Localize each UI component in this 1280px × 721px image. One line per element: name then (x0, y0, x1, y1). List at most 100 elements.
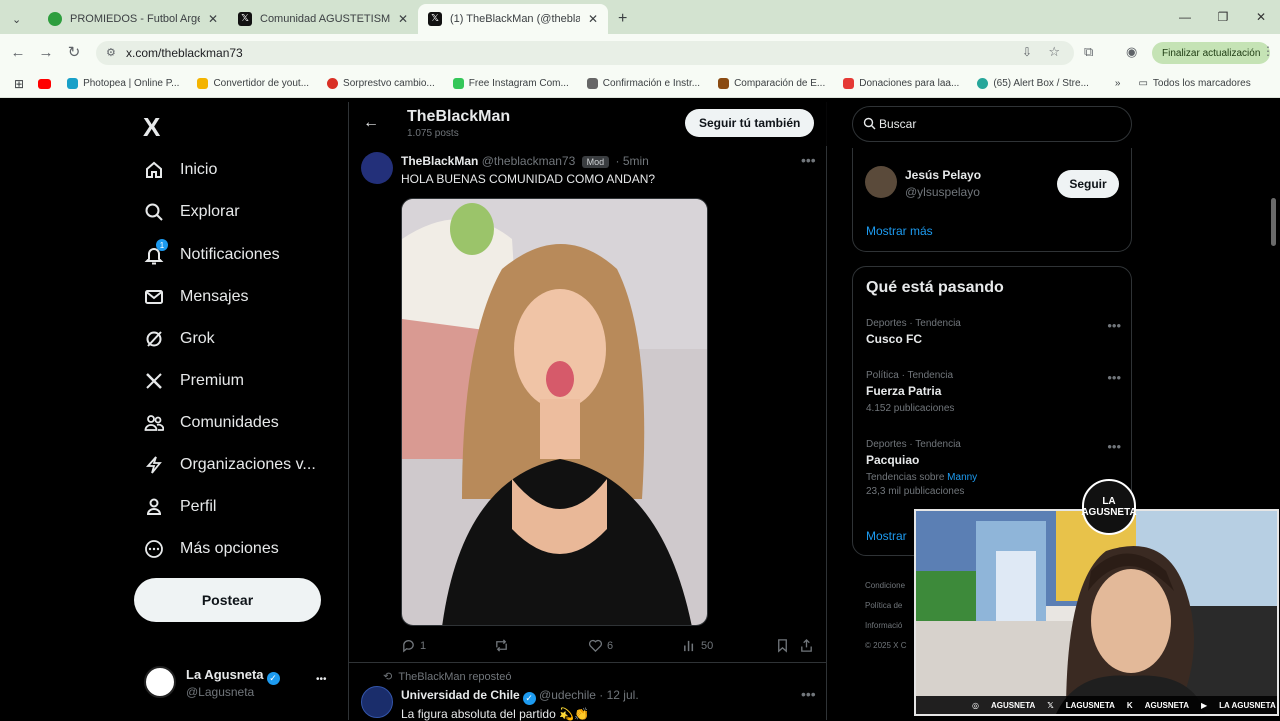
tweet-image[interactable] (401, 198, 708, 626)
footer-link[interactable]: Política de (865, 596, 906, 616)
post-button[interactable]: Postear (134, 578, 321, 622)
address-bar[interactable]: ⚙ x.com/theblackman73 ⇩ ☆ (96, 41, 1074, 65)
bookmark-icon (778, 639, 787, 653)
avatar[interactable] (361, 686, 393, 718)
tab-promiedos[interactable]: PROMIEDOS - Futbol Argentino ✕ (38, 4, 228, 34)
sidebar-item-mensajes[interactable]: Mensajes (144, 287, 248, 307)
avatar (144, 666, 176, 698)
lightning-icon (144, 455, 164, 475)
bookmark-item[interactable]: Comparación de E... (718, 78, 825, 89)
bookmark-item[interactable]: Photopea | Online P... (67, 78, 179, 89)
footer-link[interactable]: Condicione (865, 576, 906, 596)
link-icon (586, 78, 598, 89)
sidebar-item-label: Comunidades (180, 414, 279, 431)
tweet-author-name[interactable]: TheBlackMan (401, 154, 478, 168)
avatar[interactable] (865, 166, 897, 198)
more-dots-icon[interactable]: ••• (316, 674, 327, 685)
bookmark-star-icon[interactable]: ☆ (1048, 44, 1060, 60)
trend-related-link[interactable]: Manny (947, 472, 977, 483)
sidebar-item-comunidades[interactable]: Comunidades (144, 413, 279, 433)
sidebar-item-perfil[interactable]: Perfil (144, 497, 216, 517)
reload-icon[interactable]: ↻ (60, 43, 88, 61)
sidebar-item-grok[interactable]: Grok (144, 329, 215, 349)
trend-more-icon[interactable]: ••• (1107, 439, 1121, 454)
chevron-right-icon[interactable]: » (1115, 78, 1121, 89)
close-window-icon[interactable]: ✕ (1242, 0, 1280, 34)
tweet-more-icon[interactable]: ••• (801, 152, 816, 168)
repost-button[interactable] (494, 638, 509, 653)
tweet-author-name[interactable]: Universidad de Chile (401, 688, 520, 702)
page-title: TheBlackMan (407, 108, 511, 125)
x-logo[interactable]: X (143, 112, 160, 143)
bookmark-item[interactable]: Convertidor de yout... (197, 78, 309, 89)
extensions-icon[interactable]: ⧉ (1084, 44, 1093, 60)
forward-arrow-icon[interactable]: → (32, 44, 60, 61)
new-tab-button[interactable]: + (608, 4, 642, 34)
sidebar-item-inicio[interactable]: Inicio (144, 160, 217, 180)
sidebar-item-premium[interactable]: Premium (144, 371, 244, 391)
communities-icon (144, 413, 164, 433)
tab-search-button[interactable]: ⌄ (0, 4, 38, 34)
tweet-time[interactable]: 12 jul. (607, 688, 639, 702)
trend-name: Fuerza Patria (866, 384, 942, 398)
trend-name: Pacquiao (866, 453, 920, 467)
install-icon[interactable]: ⇩ (1022, 45, 1032, 59)
back-arrow-icon[interactable]: ← (4, 44, 32, 61)
url-text: x.com/theblackman73 (126, 46, 243, 60)
close-tab-icon[interactable]: ✕ (588, 12, 598, 26)
search-input[interactable]: Buscar (852, 106, 1132, 142)
sidebar-item-label: Más opciones (180, 540, 279, 557)
minimize-icon[interactable]: — (1166, 0, 1204, 34)
bookmark-button[interactable] (775, 638, 790, 653)
trend-item[interactable]: Deportes · Tendencia Pacquiao Tendencias… (866, 439, 1121, 497)
follow-button[interactable]: Seguir (1057, 170, 1119, 198)
close-tab-icon[interactable]: ✕ (398, 12, 408, 26)
youtube-icon[interactable] (38, 78, 52, 89)
trend-item[interactable]: Deportes · Tendencia Cusco FC ••• (866, 318, 1121, 346)
sidebar-item-label: Explorar (180, 203, 240, 220)
bookmark-item[interactable]: Confirmación e Instr... (586, 78, 700, 89)
tweet-more-icon[interactable]: ••• (801, 686, 816, 702)
sidebar-item-explorar[interactable]: Explorar (144, 202, 240, 222)
tweet-time[interactable]: 5min (623, 154, 649, 168)
tab-comunidad[interactable]: 𝕏 Comunidad AGUSTETISMO (AN ✕ (228, 4, 418, 34)
site-info-icon[interactable]: ⚙ (106, 46, 116, 59)
sidebar-item-notificaciones[interactable]: 1 Notificaciones (144, 239, 280, 265)
bookmark-item[interactable]: (65) Alert Box / Stre... (977, 78, 1089, 89)
bookmark-item[interactable]: Free Instagram Com... (452, 78, 569, 89)
apps-grid-icon[interactable]: ⊞ (14, 77, 24, 91)
back-arrow-icon[interactable]: ← (363, 114, 379, 132)
tab-theblackman[interactable]: 𝕏 (1) TheBlackMan (@theblackma ✕ (418, 4, 608, 34)
share-button[interactable] (799, 638, 814, 653)
suggested-user-name[interactable]: Jesús Pelayo (905, 168, 981, 182)
all-bookmarks-folder[interactable]: ▭ Todos los marcadores (1138, 78, 1250, 89)
avatar[interactable] (361, 152, 393, 184)
show-more-link[interactable]: Mostrar más (866, 224, 933, 238)
trend-more-icon[interactable]: ••• (1107, 318, 1121, 333)
trend-more-icon[interactable]: ••• (1107, 370, 1121, 385)
menu-dots-icon[interactable]: ⋮ (1262, 44, 1274, 58)
reply-button[interactable]: 1 (401, 638, 426, 653)
x-favicon-icon: 𝕏 (428, 12, 442, 26)
like-button[interactable]: 6 (588, 638, 613, 653)
finish-update-button[interactable]: Finalizar actualización (1152, 42, 1271, 64)
close-tab-icon[interactable]: ✕ (208, 12, 218, 26)
account-switcher[interactable]: La Agusneta ✓ @Lagusneta ••• (144, 664, 334, 704)
repost-small-icon: ⟲ (383, 671, 393, 683)
bookmark-item[interactable]: Sorprestvo cambio... (327, 78, 435, 89)
maximize-icon[interactable]: ❐ (1204, 0, 1242, 34)
bookmark-item[interactable]: Donaciones para laa... (843, 78, 959, 89)
follow-also-button[interactable]: Seguir tú también (685, 109, 815, 137)
profile-icon[interactable]: ◉ (1126, 44, 1137, 60)
tweet-handle[interactable]: @theblackman73 (482, 154, 576, 168)
sidebar-item-organizaciones[interactable]: Organizaciones v... (144, 455, 316, 475)
scrollbar-thumb[interactable] (1271, 198, 1276, 246)
sidebar-item-mas-opciones[interactable]: Más opciones (144, 539, 279, 559)
footer-links: Condicione Política de Informació © 2025… (865, 576, 906, 656)
envelope-icon (144, 287, 164, 307)
trends-show-more-link[interactable]: Mostrar (866, 529, 907, 543)
tweet-handle[interactable]: @udechile (539, 688, 596, 702)
trend-item[interactable]: Política · Tendencia Fuerza Patria 4.152… (866, 370, 1121, 414)
footer-link[interactable]: Informació (865, 616, 906, 636)
views-button[interactable]: 50 (682, 638, 713, 653)
